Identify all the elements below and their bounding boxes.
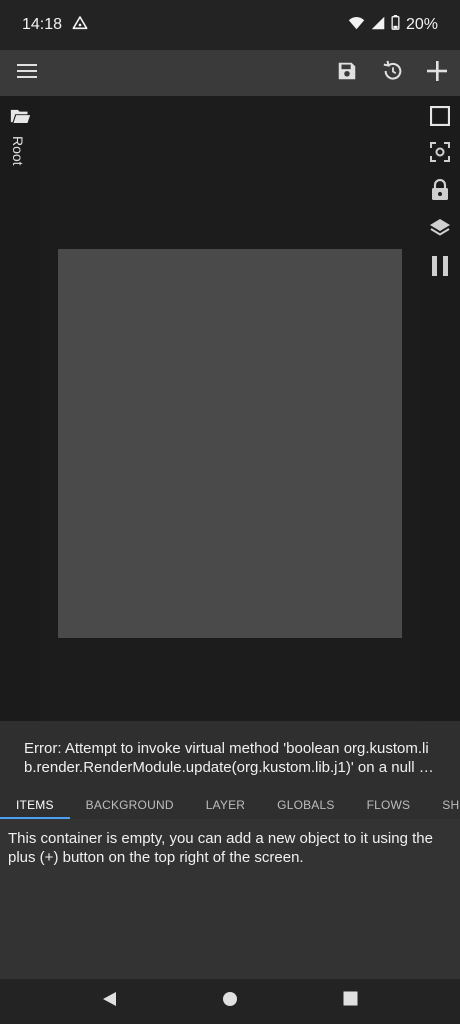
status-time: 14:18: [22, 16, 63, 33]
error-banner: Error: Attempt to invoke virtual method …: [0, 721, 460, 791]
save-icon: [336, 60, 358, 87]
lock-icon: [431, 178, 449, 206]
tab-globals[interactable]: GLOBALS: [261, 791, 350, 819]
tab-layer[interactable]: LAYER: [190, 791, 261, 819]
pause-icon: [430, 255, 450, 282]
error-message: Error: Attempt to invoke virtual method …: [24, 740, 436, 776]
battery-icon: [391, 15, 400, 35]
square-icon: [429, 105, 451, 131]
menu-icon: [17, 63, 37, 84]
tab-bar: ITEMS BACKGROUND LAYER GLOBALS FLOWS SHO…: [0, 791, 460, 819]
square-button[interactable]: [428, 105, 452, 131]
layers-icon: [429, 217, 451, 244]
alert-triangle-icon: [72, 15, 88, 36]
items-panel: This container is empty, you can add a n…: [0, 819, 460, 979]
focus-button[interactable]: [428, 141, 452, 167]
status-left: 14:18: [22, 15, 88, 36]
widget-preview[interactable]: [58, 249, 402, 638]
add-icon: [426, 60, 448, 87]
recents-button[interactable]: [338, 989, 362, 1013]
cell-signal-icon: [371, 16, 385, 35]
breadcrumb-root[interactable]: Root: [10, 136, 26, 166]
add-button[interactable]: [414, 50, 460, 96]
right-rail: [420, 96, 460, 721]
status-bar: 14:18 20%: [0, 0, 460, 50]
editor-area: Root: [0, 96, 460, 721]
wifi-icon: [348, 16, 365, 35]
tab-shortcuts[interactable]: SHORTCUTS: [426, 791, 460, 819]
save-button[interactable]: [324, 50, 370, 96]
history-button[interactable]: [370, 50, 416, 96]
back-button[interactable]: [97, 989, 121, 1013]
folder-open-icon[interactable]: [10, 108, 31, 129]
menu-button[interactable]: [4, 50, 50, 96]
recents-icon: [343, 991, 358, 1011]
pause-button[interactable]: [428, 255, 452, 282]
lock-button[interactable]: [428, 178, 452, 206]
empty-container-message: This container is empty, you can add a n…: [8, 830, 433, 866]
navigation-bar: [0, 979, 460, 1024]
tab-background[interactable]: BACKGROUND: [70, 791, 190, 819]
battery-percent: 20%: [405, 16, 438, 33]
focus-icon: [430, 141, 450, 167]
home-button[interactable]: [218, 989, 242, 1013]
home-icon: [222, 991, 238, 1012]
status-right: 20%: [348, 15, 438, 35]
layers-button[interactable]: [428, 218, 452, 242]
tab-items[interactable]: ITEMS: [0, 791, 70, 819]
app-bar: [0, 50, 460, 96]
tab-flows[interactable]: FLOWS: [351, 791, 427, 819]
history-icon: [382, 60, 404, 87]
back-icon: [101, 991, 117, 1012]
left-rail: Root: [0, 96, 40, 721]
